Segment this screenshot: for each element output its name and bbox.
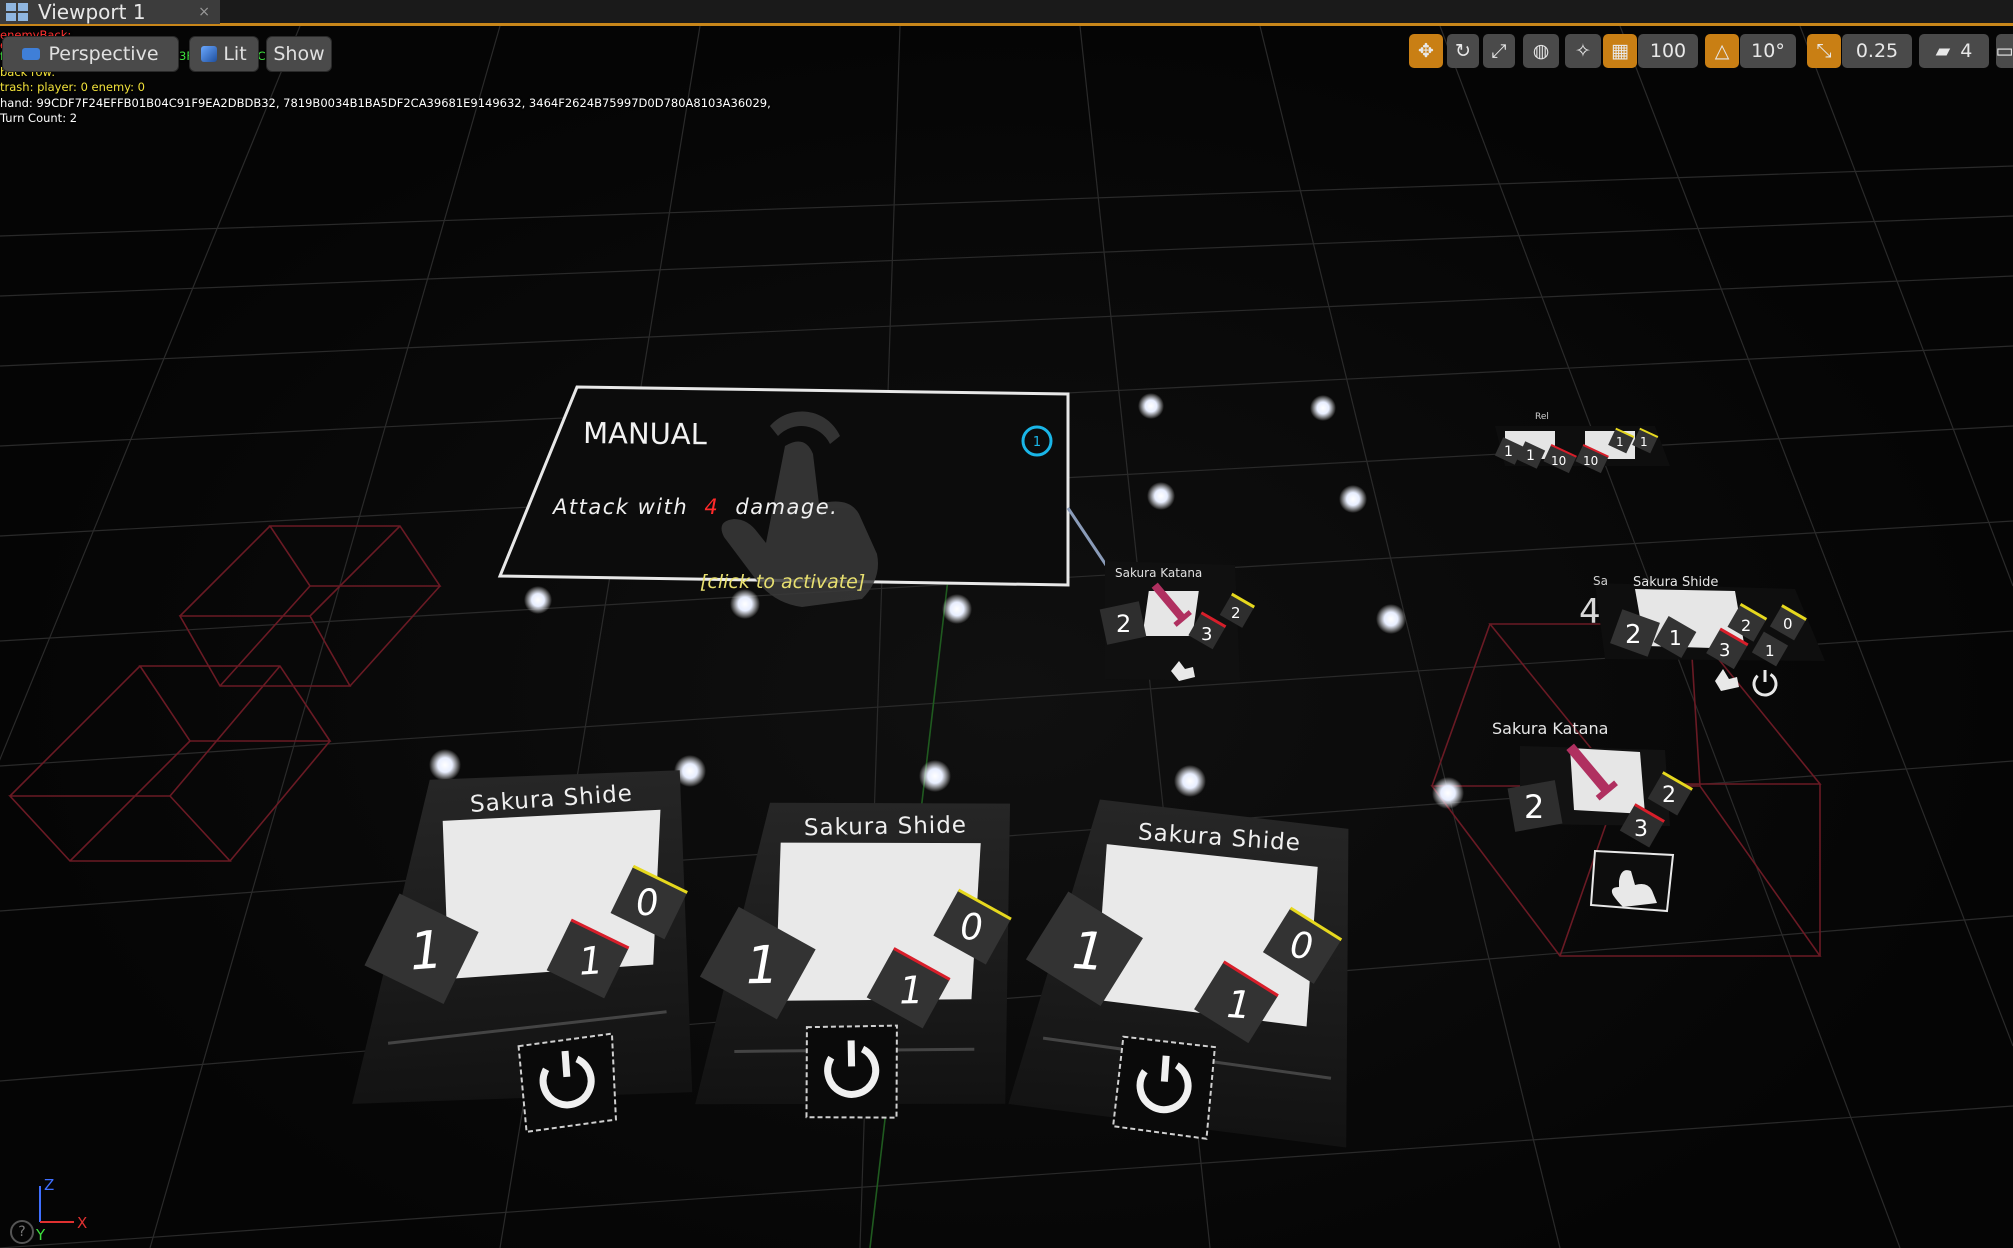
card-defense: 0 [635,882,661,924]
far-card-cost-b: 1 [1526,448,1535,464]
card-attack: 1 [1225,982,1252,1028]
card-defense: 2 [1231,604,1241,622]
card-attack: 1 [577,938,604,984]
tooltip-badge: 1 [1033,435,1041,450]
activate-power-button[interactable] [805,1024,899,1120]
perspective-label: Perspective [48,43,159,65]
player-hand: Sakura Shide 1 1 0 Sakura Shide 1 1 0 Sa… [330,762,1369,1149]
tooltip-damage-value: 4 [704,495,719,519]
surface-snapping-icon[interactable]: ✧ [1565,34,1601,68]
tooltip-activate-link[interactable]: [click to activate] [700,571,865,593]
z-axis-label: Z [44,1176,54,1194]
grid-snap-value: 100 [1649,40,1687,62]
card-name-prefix: Sa [1593,574,1608,588]
show-label: Show [273,43,325,65]
hand-card[interactable]: Sakura Shide 1 1 0 [330,762,704,1144]
far-card-badge-a: 1 [1616,435,1624,449]
card-attack: 1 [899,968,924,1012]
world-coordinates-icon[interactable]: ◍ [1523,34,1559,68]
card-cost: 2 [1625,620,1642,650]
tooltip-title: MANUAL [583,416,707,451]
far-card-value-b: 10 [1583,454,1598,468]
card-attack: 3 [1634,817,1648,842]
card-defense-2: 0 [1783,615,1793,633]
rotate-mode-icon[interactable]: ↻ [1447,34,1479,68]
grid-snap-icon[interactable]: ▦ [1603,34,1637,68]
far-enemy-cards[interactable]: Rel 1 1 10 10 1 1 [1494,412,1670,474]
lit-label: Lit [223,43,247,65]
scale-snap-value-dropdown[interactable]: 0.25 [1842,34,1912,68]
y-axis-label: Y [35,1226,46,1242]
scale-snap-icon[interactable]: ⤡ [1807,34,1841,68]
card-name: Sakura Katana [1115,566,1202,580]
far-card-cost-a: 1 [1504,444,1513,460]
perspective-icon [22,48,41,60]
viewport-tab-title: Viewport 1 [38,0,146,24]
board-card-player-katana[interactable]: Sakura Katana 2 3 2 [1099,561,1256,681]
hand-card[interactable]: Sakura Shide 1 1 0 [690,799,1015,1122]
show-flags-button[interactable]: Show [266,36,332,72]
tooltip-description: Attack with 4 damage. [551,495,838,519]
viewport-tab[interactable]: Viewport 1 × [0,0,220,24]
rotation-snap-value: 10° [1751,40,1785,62]
rotation-snap-icon[interactable]: △ [1705,34,1739,68]
rotation-snap-value-dropdown[interactable]: 10° [1740,34,1796,68]
level-viewport[interactable]: MANUAL Attack with 4 damage. [click to a… [0,26,2013,1248]
scene-render[interactable]: MANUAL Attack with 4 damage. [click to a… [0,26,2013,1248]
camera-speed-value: 4 [1960,40,1973,62]
viewport-grid-icon [6,3,28,21]
card-cost: 2 [1524,788,1544,826]
perspective-button[interactable]: Perspective [2,36,179,72]
board-card-enemy-shide[interactable]: Sa Sakura Shide 4 2 1 3 2 1 0 [1579,574,1825,699]
scale-snap-value: 0.25 [1855,40,1899,62]
manual-ability-icon[interactable] [1589,849,1675,913]
ability-tooltip[interactable]: MANUAL Attack with 4 damage. [click to a… [497,385,1182,677]
card-cost: 1 [745,936,779,997]
hand-cursor-icon [1715,669,1739,691]
card-sub-defense: 1 [1765,642,1775,660]
card-attack: 3 [1201,624,1212,645]
maximize-viewport-icon[interactable]: ▭ [1996,34,2013,68]
card-name: Sakura Shide [1633,575,1718,590]
tab-bar: Viewport 1 × [0,0,2013,26]
card-defense: 2 [1662,783,1676,808]
card-defense: 2 [1741,616,1751,635]
card-cost: 2 [1116,610,1131,638]
stack-count: 4 [1579,592,1601,632]
translate-mode-icon[interactable]: ✥ [1409,34,1443,68]
activate-power-button[interactable] [1112,1035,1216,1140]
activate-power-button[interactable] [517,1032,618,1133]
view-mode-lit-button[interactable]: Lit [189,36,259,72]
card-attack: 1 [1669,626,1682,650]
power-icon [1752,670,1778,697]
x-axis-label: X [77,1214,87,1232]
board-card-enemy-katana[interactable]: Sakura Katana 2 3 2 [1492,719,1693,913]
grid-snap-value-dropdown[interactable]: 100 [1638,34,1698,68]
help-icon[interactable]: ? [10,1220,34,1244]
card-cost: 1 [408,920,445,982]
card-name: Sakura Shide [804,812,967,841]
card-cost: 1 [1070,921,1107,983]
hand-card[interactable]: Sakura Shide 1 1 0 [1007,795,1369,1149]
card-defense: 0 [1289,925,1315,967]
far-card-title: Rel [1535,412,1549,422]
far-card-value-a: 10 [1551,454,1566,468]
camera-speed-dropdown[interactable]: ▰ 4 [1919,34,1989,68]
close-tab-icon[interactable]: × [198,4,210,20]
camera-speed-icon: ▰ [1935,40,1951,62]
card-name: Sakura Katana [1492,719,1608,738]
card-defense: 0 [960,907,984,948]
scale-mode-icon[interactable]: ⤢ [1483,34,1515,68]
far-card-badge-b: 1 [1640,435,1648,449]
card-sub-attack: 3 [1719,640,1730,661]
lit-sphere-icon [201,46,218,62]
